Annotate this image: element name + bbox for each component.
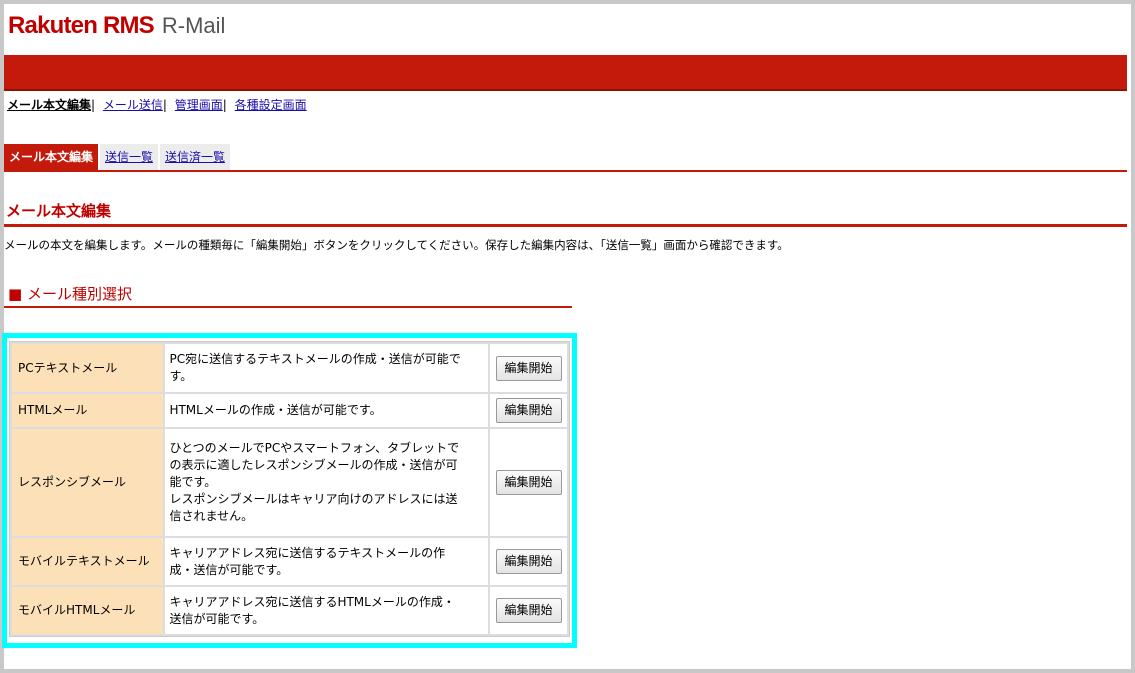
page-title: メール本文編集 <box>6 202 112 220</box>
description-line: キャリアアドレス宛に送信するテキストメールの作 <box>169 545 446 560</box>
mail-type-description: HTMLメールの作成・送信が可能です。 <box>165 394 489 427</box>
nav-link-settings[interactable]: 各種設定画面 <box>235 98 307 112</box>
subsection-title: ■ メール種別選択 <box>8 285 132 303</box>
mail-type-action: 編集開始 <box>490 429 567 536</box>
page-title-underline <box>4 224 1127 227</box>
mail-type-action: 編集開始 <box>490 538 567 585</box>
edit-start-button[interactable]: 編集開始 <box>495 398 562 423</box>
mail-type-name: モバイルテキストメール <box>12 538 164 585</box>
mail-type-action: 編集開始 <box>490 394 567 427</box>
description-line: す。 <box>169 369 193 383</box>
top-navigation: メール本文編集| メール送信| 管理画面| 各種設定画面 <box>7 96 307 113</box>
edit-start-button[interactable]: 編集開始 <box>495 470 562 495</box>
description-line: HTMLメールの作成・送信が可能です。 <box>169 403 382 417</box>
description-line: レスポンシブメールはキャリア向けのアドレスには送 <box>169 492 458 506</box>
description-line: の表示に適したレスポンシブメールの作成・送信が可 <box>169 458 458 472</box>
nav-link-mail-body-edit[interactable]: メール本文編集 <box>7 98 91 112</box>
description-line: 成・送信が可能です。 <box>169 562 289 577</box>
header-bar <box>4 55 1127 91</box>
mail-type-description: キャリアアドレス宛に送信するテキストメールの作 成・送信が可能です。 <box>165 538 489 585</box>
mail-type-name: レスポンシブメール <box>12 429 164 536</box>
tab-mail-body-edit[interactable]: メール本文編集 <box>4 144 99 170</box>
tab-send-list[interactable]: 送信一覧 <box>100 144 159 170</box>
mail-type-row: HTMLメール HTMLメールの作成・送信が可能です。 編集開始 <box>12 394 567 427</box>
description-line: 能です。 <box>169 475 217 489</box>
mail-type-row: レスポンシブメール ひとつのメールでPCやスマートフォン、タブレットで の表示に適し… <box>12 429 567 536</box>
mail-type-row: モバイルテキストメール キャリアアドレス宛に送信するテキストメールの作 成・送信が可… <box>12 538 567 585</box>
mail-type-table: PCテキストメール PC宛に送信するテキストメールの作成・送信が可能で す。 編集開始… <box>9 341 570 637</box>
nav-link-admin[interactable]: 管理画面 <box>175 98 223 112</box>
tab-bar: メール本文編集 送信一覧 送信済一覧 <box>4 144 232 170</box>
tab-send-list-label: 送信一覧 <box>105 150 154 164</box>
description-line: キャリアアドレス宛に送信するHTMLメールの作成・ <box>169 594 455 609</box>
subsection-underline <box>4 306 572 308</box>
description-line: PC宛に送信するテキストメールの作成・送信が可能で <box>169 352 461 366</box>
mail-type-action: 編集開始 <box>490 587 567 634</box>
edit-start-button[interactable]: 編集開始 <box>495 598 562 623</box>
nav-separator: | <box>91 98 96 112</box>
edit-start-button[interactable]: 編集開始 <box>495 549 562 574</box>
page-description: メールの本文を編集します。メールの種類毎に「編集開始」ボタンをクリックしてくださ… <box>4 238 789 252</box>
app-logo[interactable]: Rakuten RMS R-Mail <box>8 12 225 46</box>
description-line: ひとつのメールでPCやスマートフォン、タブレットで <box>169 441 460 455</box>
mail-type-description: ひとつのメールでPCやスマートフォン、タブレットで の表示に適したレスポンシブメー… <box>165 429 489 536</box>
mail-type-name: PCテキストメール <box>12 344 164 392</box>
nav-separator: | <box>162 98 167 112</box>
tab-sent-list-label: 送信済一覧 <box>165 150 226 164</box>
mail-type-description: キャリアアドレス宛に送信するHTMLメールの作成・ 送信が可能です。 <box>165 587 489 634</box>
mail-type-row: PCテキストメール PC宛に送信するテキストメールの作成・送信が可能で す。 編集開始 <box>12 344 567 392</box>
mail-type-action: 編集開始 <box>490 344 567 392</box>
edit-start-button[interactable]: 編集開始 <box>495 355 562 381</box>
mail-type-row: モバイルHTMLメール キャリアアドレス宛に送信するHTMLメールの作成・ 送信が可… <box>12 587 567 634</box>
mail-type-name: モバイルHTMLメール <box>12 587 164 634</box>
description-line: 信されません。 <box>169 509 254 523</box>
description-line: 送信が可能です。 <box>169 611 265 626</box>
logo-brand: Rakuten RMS <box>8 12 155 39</box>
tab-underline <box>4 170 1127 172</box>
nav-separator: | <box>222 98 227 112</box>
mail-type-description: PC宛に送信するテキストメールの作成・送信が可能で す。 <box>165 344 489 392</box>
tab-sent-list[interactable]: 送信済一覧 <box>160 144 231 170</box>
mail-type-name: HTMLメール <box>12 394 164 427</box>
nav-link-mail-send[interactable]: メール送信 <box>103 98 163 112</box>
logo-product: R-Mail <box>161 13 226 38</box>
